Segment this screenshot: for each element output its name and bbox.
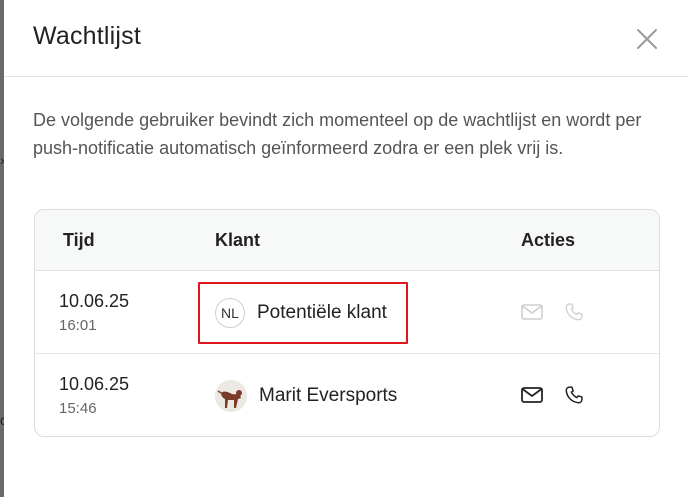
client-name[interactable]: Potentiële klant xyxy=(257,302,387,324)
mail-icon xyxy=(521,304,543,320)
row-time: 16:01 xyxy=(59,317,97,334)
modal-header: Wachtlijst xyxy=(4,0,688,77)
row-actions xyxy=(519,384,603,406)
client-cell[interactable]: NL Potentiële klant xyxy=(215,297,387,329)
mail-button[interactable] xyxy=(519,384,545,406)
table-row: 10.06.25 15:46 Marit Eversports xyxy=(35,354,659,436)
close-icon xyxy=(637,29,657,49)
row-date: 10.06.25 xyxy=(59,291,130,311)
header-actions: Acties xyxy=(521,230,576,250)
table-row: 10.06.25 16:01 NL Potentiële klant xyxy=(35,271,659,354)
client-name[interactable]: Marit Eversports xyxy=(259,385,397,407)
modal-title: Wachtlijst xyxy=(33,22,142,50)
row-date: 10.06.25 xyxy=(59,374,130,394)
phone-icon xyxy=(565,386,583,404)
mail-icon xyxy=(521,387,543,403)
waitlist-modal: Wachtlijst De volgende gebruiker bevindt… xyxy=(4,0,688,497)
phone-icon xyxy=(565,303,583,321)
avatar xyxy=(215,380,247,412)
modal-description: De volgende gebruiker bevindt zich momen… xyxy=(33,110,642,158)
waitlist-table: Tijd Klant Acties 10.06.25 16:01 NL Pote… xyxy=(34,209,660,437)
row-actions xyxy=(519,301,603,323)
table-header: Tijd Klant Acties xyxy=(35,210,659,271)
row-time: 15:46 xyxy=(59,400,97,417)
phone-button xyxy=(561,301,587,323)
client-cell[interactable]: Marit Eversports xyxy=(215,380,397,412)
close-button[interactable] xyxy=(632,24,662,54)
mail-button xyxy=(519,301,545,323)
dog-avatar-icon xyxy=(215,380,247,412)
header-time: Tijd xyxy=(63,230,95,250)
header-client: Klant xyxy=(215,230,260,250)
phone-button[interactable] xyxy=(561,384,587,406)
avatar: NL xyxy=(215,298,245,328)
